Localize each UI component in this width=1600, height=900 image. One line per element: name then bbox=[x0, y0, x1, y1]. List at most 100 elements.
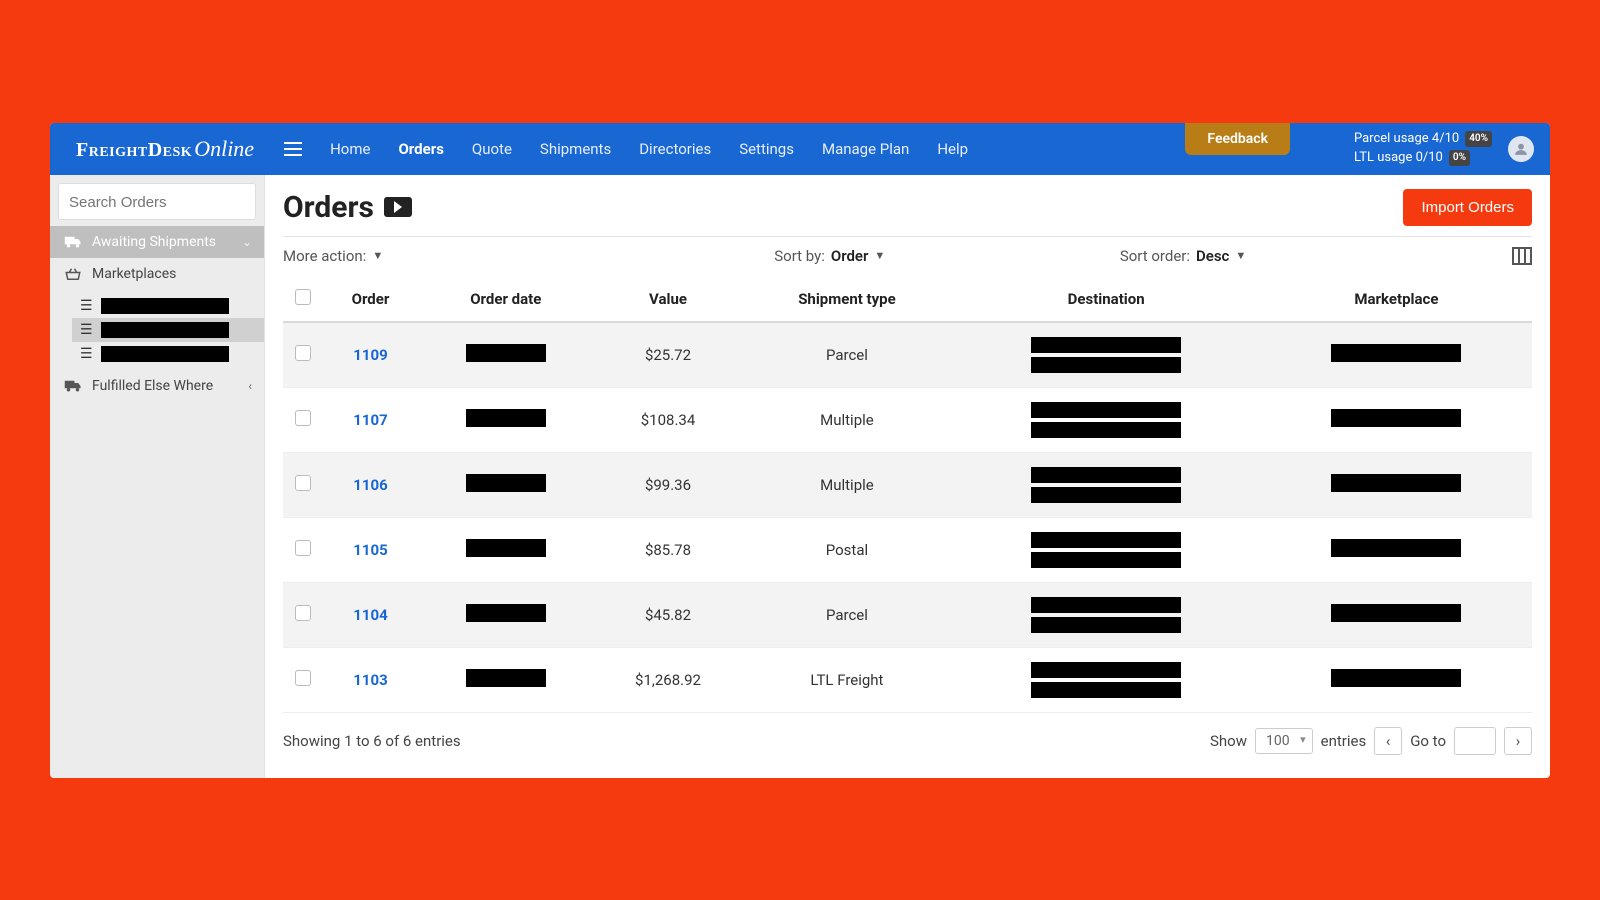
page-title-text: Orders bbox=[283, 190, 374, 225]
order-link[interactable]: 1106 bbox=[353, 476, 387, 494]
redacted-text bbox=[1331, 604, 1461, 622]
redacted-text bbox=[466, 604, 546, 622]
marketplace-sublist: ☰ ☰ ☰ bbox=[50, 290, 264, 370]
table-row: 1106 $99.36 Multiple bbox=[283, 452, 1532, 517]
table-row: 1109 $25.72 Parcel bbox=[283, 322, 1532, 388]
row-checkbox[interactable] bbox=[295, 410, 311, 426]
next-page-button[interactable]: › bbox=[1504, 727, 1532, 755]
col-shipment-type[interactable]: Shipment type bbox=[742, 277, 951, 322]
cell-shipment-type: Parcel bbox=[742, 322, 951, 388]
redacted-text bbox=[1031, 487, 1181, 503]
cell-destination bbox=[958, 532, 1255, 568]
redacted-text bbox=[466, 474, 546, 492]
order-link[interactable]: 1105 bbox=[353, 541, 387, 559]
user-avatar-icon[interactable] bbox=[1508, 136, 1534, 162]
cell-shipment-type: Multiple bbox=[742, 387, 951, 452]
more-action-dropdown[interactable]: More action: ▼ bbox=[283, 247, 383, 265]
prev-page-button[interactable]: ‹ bbox=[1374, 727, 1402, 755]
table-row: 1103 $1,268.92 LTL Freight bbox=[283, 647, 1532, 712]
sort-order-value: Desc bbox=[1196, 247, 1229, 265]
redacted-text bbox=[1031, 662, 1181, 678]
list-icon: ☰ bbox=[80, 346, 93, 362]
nav-quote[interactable]: Quote bbox=[472, 124, 512, 174]
sidebar-subitem-3[interactable]: ☰ bbox=[72, 342, 264, 366]
hamburger-icon[interactable] bbox=[276, 134, 310, 164]
order-link[interactable]: 1103 bbox=[353, 671, 387, 689]
redacted-text bbox=[1331, 474, 1461, 492]
redacted-text bbox=[466, 409, 546, 427]
usage-info: Parcel usage 4/10 40% LTL usage 0/10 0% bbox=[1354, 130, 1492, 166]
list-icon: ☰ bbox=[80, 322, 93, 338]
row-checkbox[interactable] bbox=[295, 475, 311, 491]
app-window: FreightDeskOnline Home Orders Quote Ship… bbox=[50, 123, 1550, 778]
search-orders-box[interactable] bbox=[58, 183, 256, 220]
redacted-text bbox=[1331, 669, 1461, 687]
order-link[interactable]: 1104 bbox=[353, 606, 387, 624]
import-orders-button[interactable]: Import Orders bbox=[1403, 189, 1532, 226]
orders-table: Order Order date Value Shipment type Des… bbox=[283, 277, 1532, 713]
col-destination[interactable]: Destination bbox=[952, 277, 1261, 322]
select-all-checkbox[interactable] bbox=[295, 289, 311, 305]
row-checkbox[interactable] bbox=[295, 670, 311, 686]
chevron-down-icon: ⌄ bbox=[242, 235, 252, 249]
video-icon[interactable] bbox=[384, 197, 412, 217]
redacted-text bbox=[1031, 402, 1181, 418]
nav-settings[interactable]: Settings bbox=[739, 124, 794, 174]
cell-value: $85.78 bbox=[594, 517, 743, 582]
order-link[interactable]: 1107 bbox=[353, 411, 387, 429]
content-area: Awaiting Shipments ⌄ Marketplaces ☰ ☰ bbox=[50, 175, 1550, 778]
sort-by-dropdown[interactable]: Sort by: Order ▼ bbox=[774, 247, 885, 265]
sidebar-subitem-1[interactable]: ☰ bbox=[72, 294, 264, 318]
table-row: 1105 $85.78 Postal bbox=[283, 517, 1532, 582]
order-link[interactable]: 1109 bbox=[353, 346, 387, 364]
sidebar-item-awaiting-shipments[interactable]: Awaiting Shipments ⌄ bbox=[50, 226, 264, 258]
cell-value: $45.82 bbox=[594, 582, 743, 647]
truck-icon bbox=[64, 235, 82, 249]
sort-order-dropdown[interactable]: Sort order: Desc ▼ bbox=[1120, 247, 1246, 265]
brand-main: FreightDesk bbox=[76, 139, 192, 161]
page-size-select[interactable]: 100 bbox=[1255, 728, 1313, 754]
sidebar: Awaiting Shipments ⌄ Marketplaces ☰ ☰ bbox=[50, 175, 265, 778]
redacted-text bbox=[466, 539, 546, 557]
search-orders-input[interactable] bbox=[69, 194, 245, 211]
caret-down-icon: ▼ bbox=[1235, 249, 1246, 262]
col-order-date[interactable]: Order date bbox=[418, 277, 594, 322]
sidebar-item-fulfilled-elsewhere[interactable]: Fulfilled Else Where ‹ bbox=[50, 370, 264, 402]
redacted-text bbox=[101, 346, 229, 362]
nav-home[interactable]: Home bbox=[330, 124, 370, 174]
nav-shipments[interactable]: Shipments bbox=[540, 124, 611, 174]
row-checkbox[interactable] bbox=[295, 540, 311, 556]
cell-destination bbox=[958, 337, 1255, 373]
col-marketplace[interactable]: Marketplace bbox=[1261, 277, 1532, 322]
redacted-text bbox=[101, 322, 229, 338]
redacted-text bbox=[101, 298, 229, 314]
nav-help[interactable]: Help bbox=[937, 124, 968, 174]
showing-entries-text: Showing 1 to 6 of 6 entries bbox=[283, 732, 461, 750]
redacted-text bbox=[466, 669, 546, 687]
sidebar-item-marketplaces[interactable]: Marketplaces bbox=[50, 258, 264, 290]
cell-value: $108.34 bbox=[594, 387, 743, 452]
goto-page-input[interactable] bbox=[1454, 727, 1496, 755]
redacted-text bbox=[1031, 532, 1181, 548]
row-checkbox[interactable] bbox=[295, 345, 311, 361]
entries-label: entries bbox=[1321, 732, 1367, 750]
col-order[interactable]: Order bbox=[323, 277, 418, 322]
nav-orders[interactable]: Orders bbox=[398, 124, 443, 174]
chevron-left-icon: ‹ bbox=[248, 379, 252, 393]
columns-icon[interactable] bbox=[1512, 247, 1532, 265]
page-header: Orders Import Orders bbox=[283, 185, 1532, 236]
list-icon: ☰ bbox=[80, 298, 93, 314]
row-checkbox[interactable] bbox=[295, 605, 311, 621]
feedback-button[interactable]: Feedback bbox=[1185, 123, 1290, 155]
cell-value: $25.72 bbox=[594, 322, 743, 388]
main-nav: Home Orders Quote Shipments Directories … bbox=[330, 124, 968, 174]
redacted-text bbox=[1031, 357, 1181, 373]
redacted-text bbox=[1031, 682, 1181, 698]
show-label: Show bbox=[1210, 732, 1247, 750]
sidebar-subitem-2[interactable]: ☰ bbox=[72, 318, 264, 342]
col-value[interactable]: Value bbox=[594, 277, 743, 322]
table-footer: Showing 1 to 6 of 6 entries Show 100 ent… bbox=[283, 713, 1532, 755]
nav-directories[interactable]: Directories bbox=[639, 124, 711, 174]
basket-icon bbox=[64, 267, 82, 281]
nav-manage-plan[interactable]: Manage Plan bbox=[822, 124, 909, 174]
